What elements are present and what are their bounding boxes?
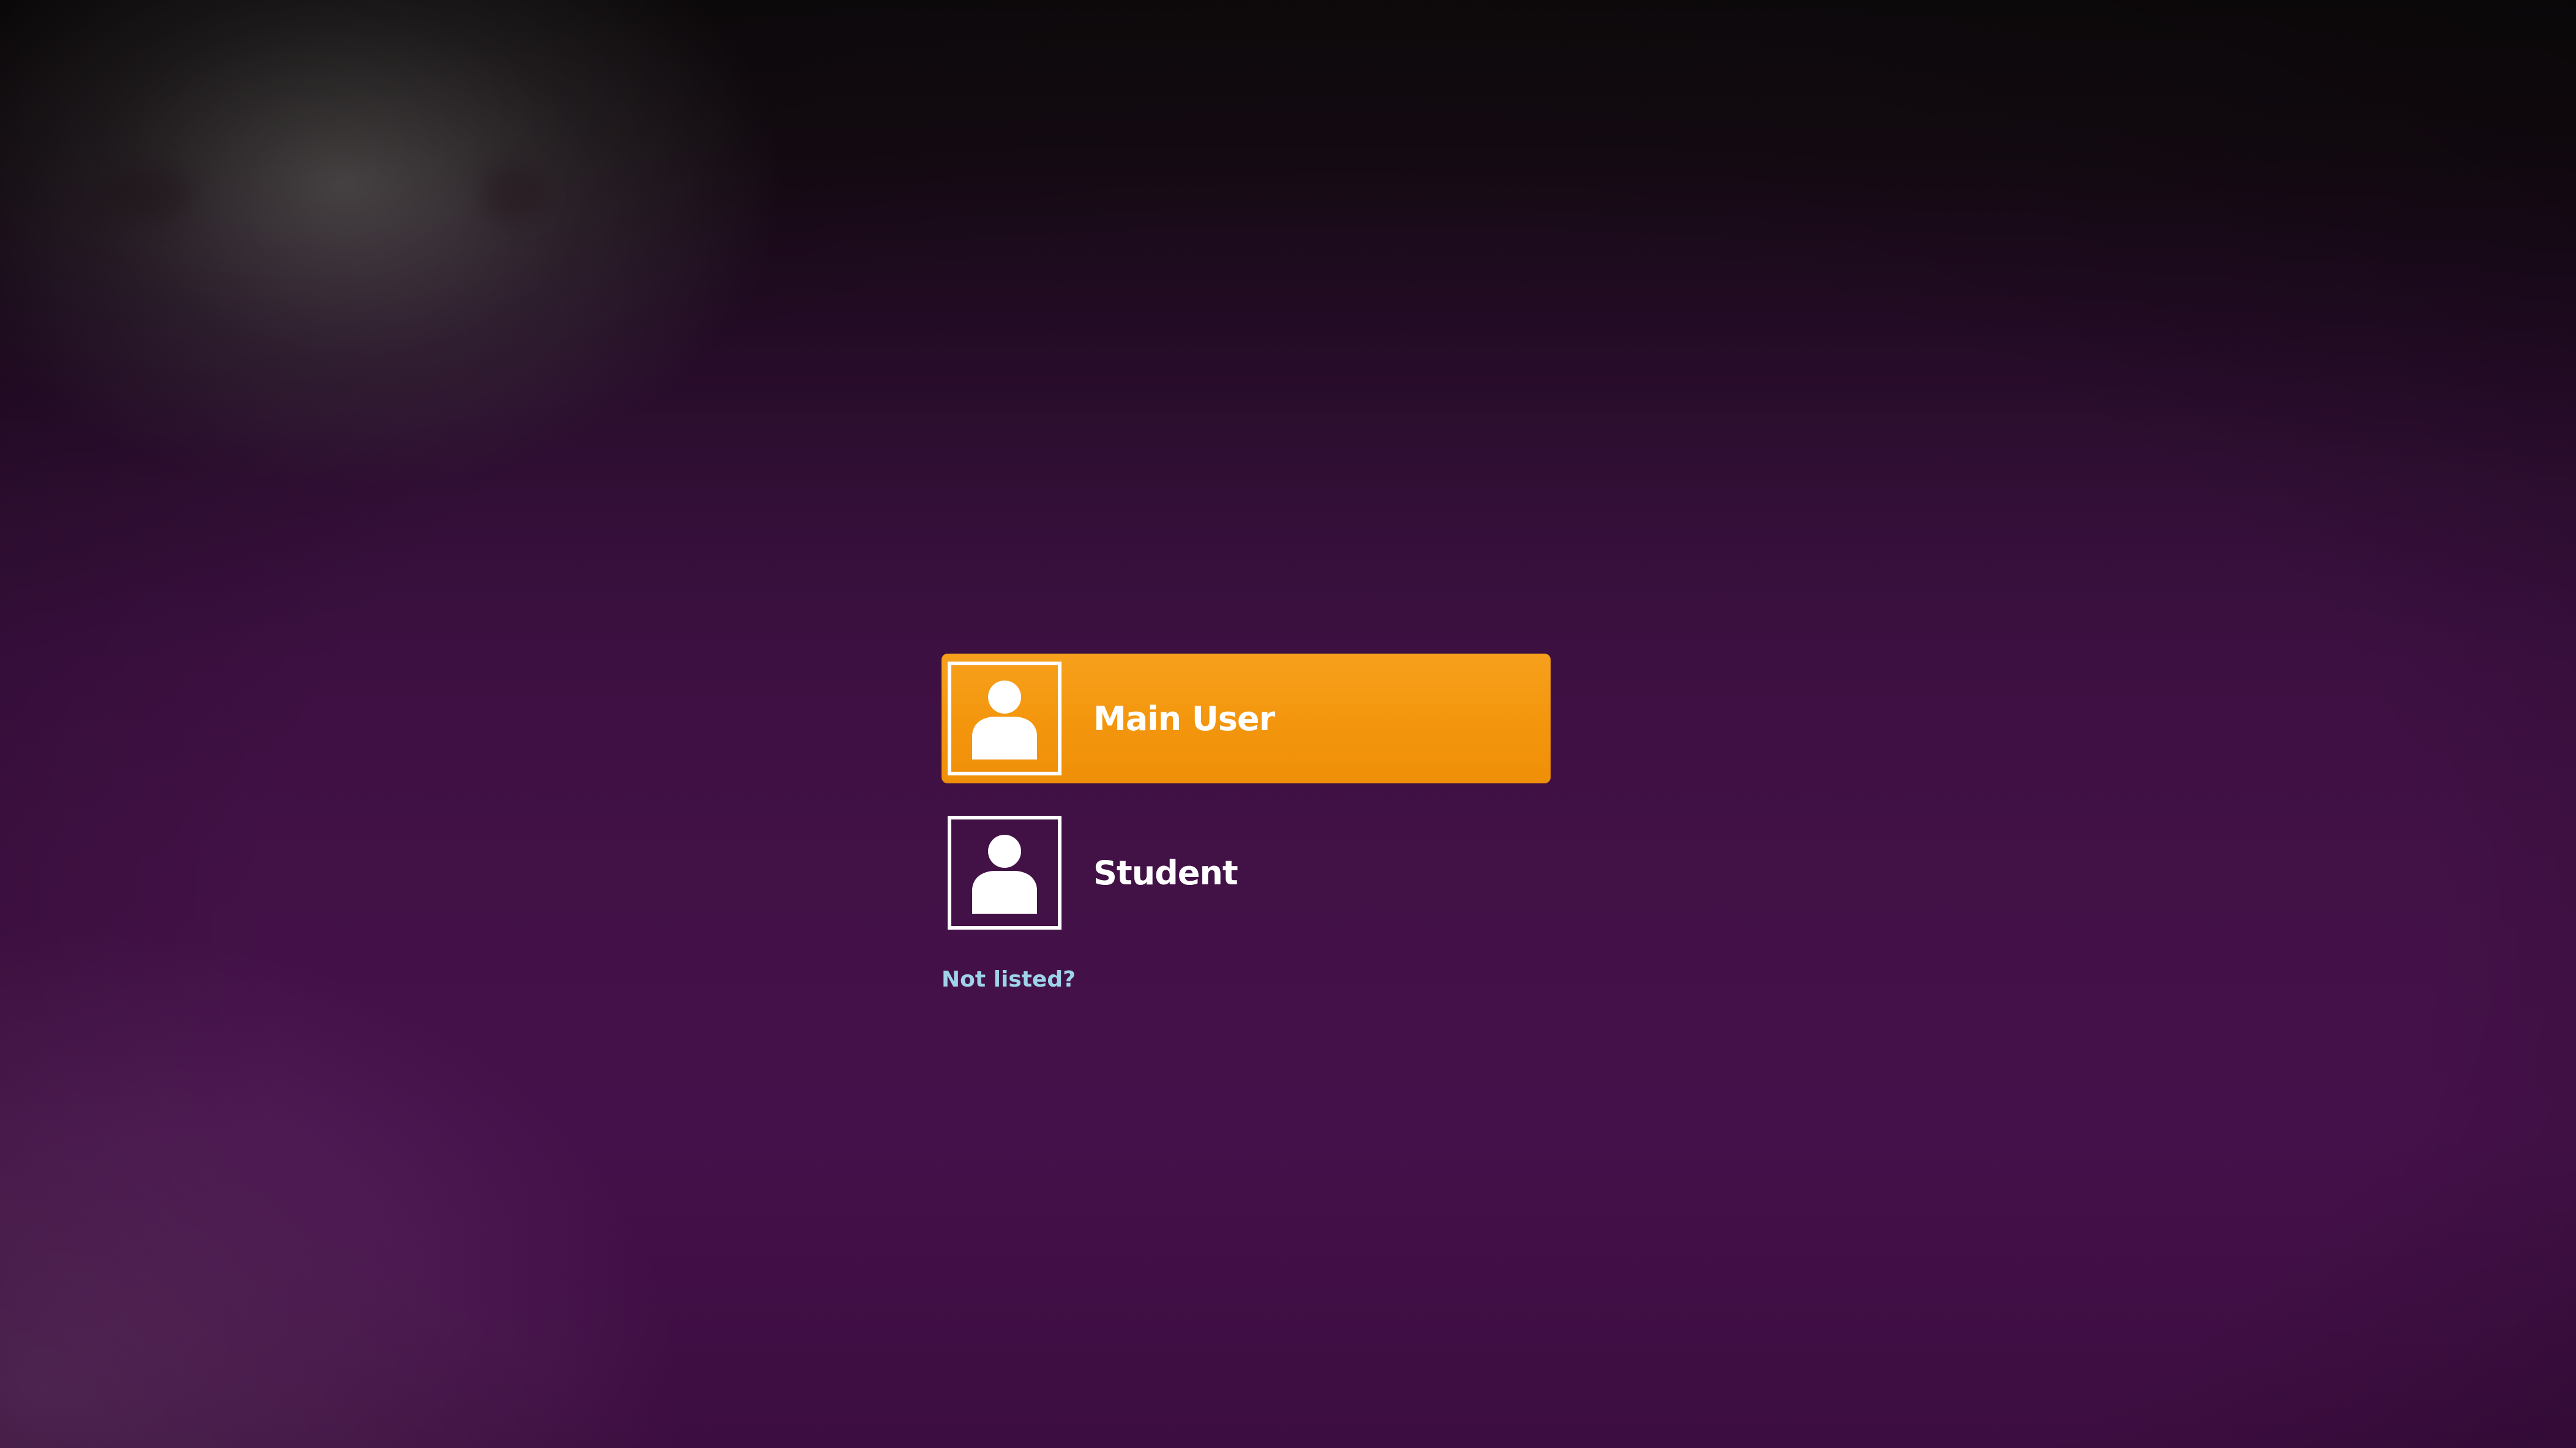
user-row-student[interactable]: Student xyxy=(942,808,1551,938)
avatar xyxy=(948,816,1061,930)
user-name-label: Main User xyxy=(1093,699,1275,738)
screen-smudge xyxy=(101,165,193,220)
avatar xyxy=(948,662,1061,775)
not-listed-link[interactable]: Not listed? xyxy=(942,967,1076,992)
user-row-main-user[interactable]: Main User xyxy=(942,654,1551,783)
screen-smudge xyxy=(481,162,548,223)
login-screen-background: Main User Student Not listed? xyxy=(0,0,2576,1448)
user-name-label: Student xyxy=(1093,853,1238,892)
user-avatar-icon xyxy=(972,681,1037,759)
user-list: Main User Student Not listed? xyxy=(942,654,1551,992)
user-avatar-icon xyxy=(972,835,1037,914)
